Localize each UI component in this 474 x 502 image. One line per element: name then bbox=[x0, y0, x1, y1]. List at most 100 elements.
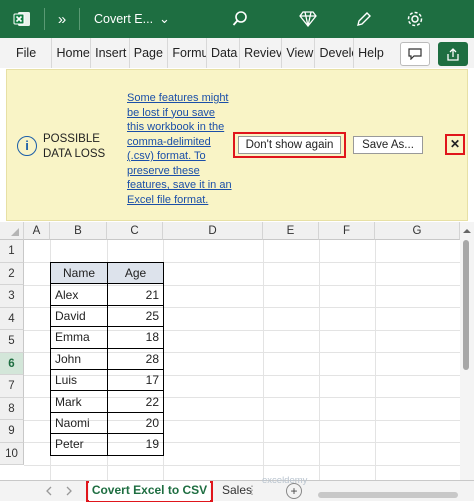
draw-button[interactable] bbox=[336, 0, 392, 38]
chevron-down-icon: ⌄ bbox=[159, 11, 170, 26]
cell-age[interactable]: 19 bbox=[107, 433, 164, 456]
watermark-text: exceldemy bbox=[262, 475, 308, 486]
save-as-button[interactable]: Save As... bbox=[353, 136, 423, 154]
more-commands-button[interactable]: » bbox=[45, 0, 79, 38]
row-header-6[interactable]: 6 bbox=[0, 352, 24, 375]
cell-age[interactable]: 25 bbox=[107, 304, 164, 328]
tab-formulas[interactable]: Formu bbox=[168, 38, 207, 68]
row-header-9[interactable]: 9 bbox=[0, 420, 24, 443]
tab-view[interactable]: View bbox=[282, 38, 316, 68]
gridline bbox=[319, 240, 320, 480]
ribbon: File Home Insert Page L Formu Data Revie… bbox=[0, 38, 474, 68]
cell-age[interactable]: 17 bbox=[107, 368, 164, 392]
column-header-g[interactable]: G bbox=[375, 222, 460, 240]
table-header-row: Name Age bbox=[50, 261, 164, 285]
column-header-a[interactable]: A bbox=[24, 222, 50, 240]
corner-triangle-icon bbox=[10, 228, 19, 236]
cell-name[interactable]: John bbox=[50, 347, 108, 370]
sheet-tab-active[interactable]: Covert Excel to CSV bbox=[89, 481, 210, 501]
ribbon-tabs: File Home Insert Page L Formu Data Revie… bbox=[0, 38, 388, 68]
name-age-table: Name Age Alex 21 David 25 Emma 18 John 28 Lu… bbox=[50, 261, 164, 456]
table-row: Mark 22 bbox=[50, 390, 164, 413]
row-header-8[interactable]: 8 bbox=[0, 397, 24, 420]
ribbon-actions bbox=[388, 38, 474, 68]
scrollbar-thumb[interactable] bbox=[463, 240, 469, 370]
more-icon: » bbox=[57, 10, 67, 28]
gear-icon bbox=[407, 11, 423, 27]
row-header-7[interactable]: 7 bbox=[0, 375, 24, 398]
message-link[interactable]: Some features might be lost if you save … bbox=[127, 91, 233, 207]
tab-data[interactable]: Data bbox=[207, 38, 241, 68]
cell-age[interactable]: 21 bbox=[107, 283, 164, 306]
share-button[interactable] bbox=[438, 42, 468, 66]
table-row: Luis 17 bbox=[50, 368, 164, 392]
cell-age[interactable]: 22 bbox=[107, 390, 164, 413]
settings-button[interactable] bbox=[392, 0, 438, 38]
column-header-c[interactable]: C bbox=[107, 222, 163, 240]
excel-logo-icon[interactable] bbox=[0, 0, 44, 38]
comments-button[interactable] bbox=[400, 42, 430, 66]
chevron-left-icon[interactable] bbox=[44, 486, 54, 496]
cell-name[interactable]: Emma bbox=[50, 326, 108, 349]
gridline bbox=[24, 464, 460, 466]
tab-help[interactable]: Help bbox=[354, 38, 388, 68]
pen-icon bbox=[357, 12, 371, 26]
cell-name[interactable]: Naomi bbox=[50, 411, 108, 435]
document-title-text: Covert E... bbox=[94, 12, 154, 26]
possible-data-loss-bar: i POSSIBLE DATA LOSS Some features might… bbox=[6, 69, 468, 221]
row-header-3[interactable]: 3 bbox=[0, 285, 24, 308]
tab-insert[interactable]: Insert bbox=[91, 38, 130, 68]
table-row: John 28 bbox=[50, 347, 164, 370]
cell-name[interactable]: Luis bbox=[50, 368, 108, 392]
table-row: David 25 bbox=[50, 304, 164, 328]
info-icon: i bbox=[17, 136, 37, 156]
cell-name[interactable]: Mark bbox=[50, 390, 108, 413]
horizontal-scrollbar-thumb[interactable] bbox=[318, 492, 458, 498]
cell-age[interactable]: 28 bbox=[107, 347, 164, 370]
table-row: Naomi 20 bbox=[50, 411, 164, 435]
cell-name[interactable]: David bbox=[50, 304, 108, 328]
table-row: Alex 21 bbox=[50, 283, 164, 306]
document-title[interactable]: Covert E... ⌄ bbox=[80, 0, 180, 38]
column-header-e[interactable]: E bbox=[263, 222, 319, 240]
vertical-scrollbar[interactable] bbox=[460, 222, 474, 480]
column-header-f[interactable]: F bbox=[319, 222, 375, 240]
header-cell-name[interactable]: Name bbox=[50, 261, 108, 285]
tab-developer[interactable]: Develc bbox=[315, 38, 355, 68]
tab-home[interactable]: Home bbox=[52, 38, 92, 68]
gridline bbox=[263, 240, 264, 480]
column-header-b[interactable]: B bbox=[50, 222, 107, 240]
share-icon bbox=[447, 47, 459, 61]
close-icon[interactable]: ✕ bbox=[447, 136, 463, 153]
table-row: Emma 18 bbox=[50, 326, 164, 349]
premium-button[interactable] bbox=[280, 0, 336, 38]
scroll-up-icon[interactable] bbox=[460, 226, 474, 236]
cell-age[interactable]: 18 bbox=[107, 326, 164, 349]
sheet-menu-icon[interactable]: ⋮ bbox=[246, 481, 260, 501]
row-header-1[interactable]: 1 bbox=[0, 240, 24, 263]
cell-name[interactable]: Alex bbox=[50, 283, 108, 306]
diamond-icon bbox=[299, 11, 317, 27]
chevron-right-icon[interactable] bbox=[64, 486, 74, 496]
header-cell-age[interactable]: Age bbox=[107, 261, 164, 285]
title-bar: » Covert E... ⌄ bbox=[0, 0, 474, 38]
row-header-2[interactable]: 2 bbox=[0, 262, 24, 285]
gridline bbox=[375, 240, 376, 480]
select-all-corner[interactable] bbox=[0, 222, 24, 240]
tab-review[interactable]: Reviev bbox=[240, 38, 283, 68]
cell-age[interactable]: 20 bbox=[107, 411, 164, 435]
message-title: POSSIBLE DATA LOSS bbox=[43, 133, 106, 160]
row-header-4[interactable]: 4 bbox=[0, 307, 24, 330]
table-row: Peter 19 bbox=[50, 433, 164, 456]
search-icon bbox=[232, 11, 247, 26]
row-header-10[interactable]: 10 bbox=[0, 442, 24, 465]
search-button[interactable] bbox=[200, 0, 280, 38]
dont-show-again-button[interactable]: Don't show again bbox=[238, 136, 341, 154]
sheet-tab-bar: Covert Excel to CSV Sales ⋮ + exceldemy bbox=[0, 475, 474, 502]
comment-icon bbox=[408, 48, 422, 60]
row-header-5[interactable]: 5 bbox=[0, 330, 24, 353]
column-header-d[interactable]: D bbox=[163, 222, 263, 240]
tab-page-layout[interactable]: Page L bbox=[130, 38, 169, 68]
tab-file[interactable]: File bbox=[0, 38, 53, 68]
cell-name[interactable]: Peter bbox=[50, 433, 108, 456]
